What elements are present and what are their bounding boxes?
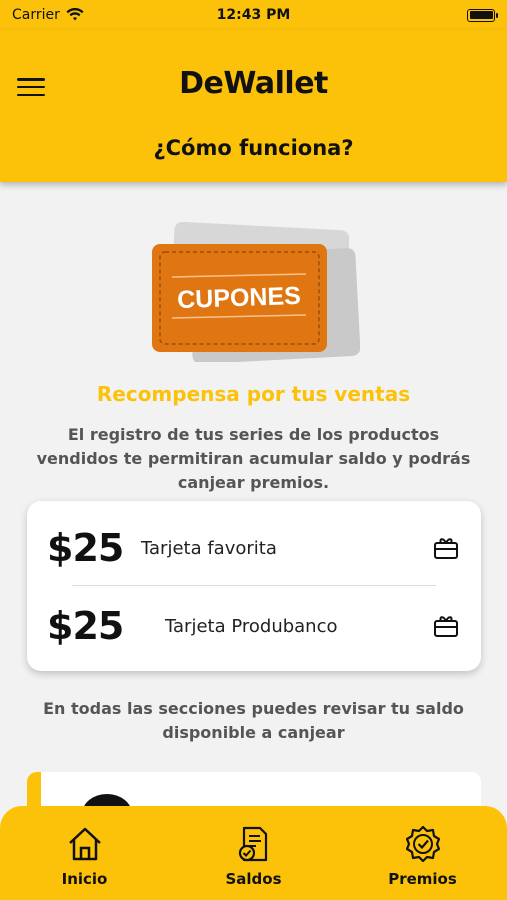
status-bar: Carrier 12:43 PM — [0, 0, 507, 30]
battery-icon — [467, 8, 498, 22]
coupons-illustration: CUPONES — [152, 222, 360, 362]
reward-row[interactable]: $25 Tarjeta favorita — [27, 509, 481, 587]
wifi-icon — [66, 8, 84, 21]
tab-inicio[interactable]: Inicio — [0, 806, 169, 900]
balance-note: En todas las secciones puedes revisar tu… — [43, 699, 464, 742]
app-logo: DeWallet — [179, 66, 328, 101]
gift-card-icon — [434, 538, 458, 559]
document-check-icon — [238, 826, 267, 862]
reward-label: Tarjeta favorita — [141, 537, 277, 559]
page-title: ¿Cómo funciona? — [153, 136, 354, 160]
coupon-badge-text: CUPONES — [177, 282, 302, 314]
rewards-card: $25 Tarjeta favorita $25 Tarjeta Produba… — [27, 501, 481, 671]
award-badge-icon — [405, 825, 440, 863]
tab-label: Inicio — [61, 870, 108, 888]
section-title: Recompensa por tus ventas — [96, 382, 411, 406]
home-icon — [68, 827, 101, 861]
gift-card-icon — [434, 616, 458, 637]
reward-row[interactable]: $25 Tarjeta Produbanco — [27, 587, 481, 665]
app-header: DeWallet ¿Cómo funciona? — [0, 30, 507, 182]
tab-label: Premios — [388, 870, 457, 888]
divider — [72, 585, 436, 586]
carrier-label: Carrier — [12, 7, 60, 23]
section-description: El registro de tus series de los product… — [36, 425, 471, 492]
reward-amount: $25 — [47, 526, 124, 570]
status-left: Carrier — [12, 7, 84, 23]
reward-amount: $25 — [47, 604, 124, 648]
reward-label: Tarjeta Produbanco — [165, 615, 338, 637]
tab-label: Saldos — [225, 870, 282, 888]
tab-premios[interactable]: Premios — [338, 806, 507, 900]
bottom-tab-bar: Inicio Saldos Premios — [0, 806, 507, 900]
tab-saldos[interactable]: Saldos — [169, 806, 338, 900]
